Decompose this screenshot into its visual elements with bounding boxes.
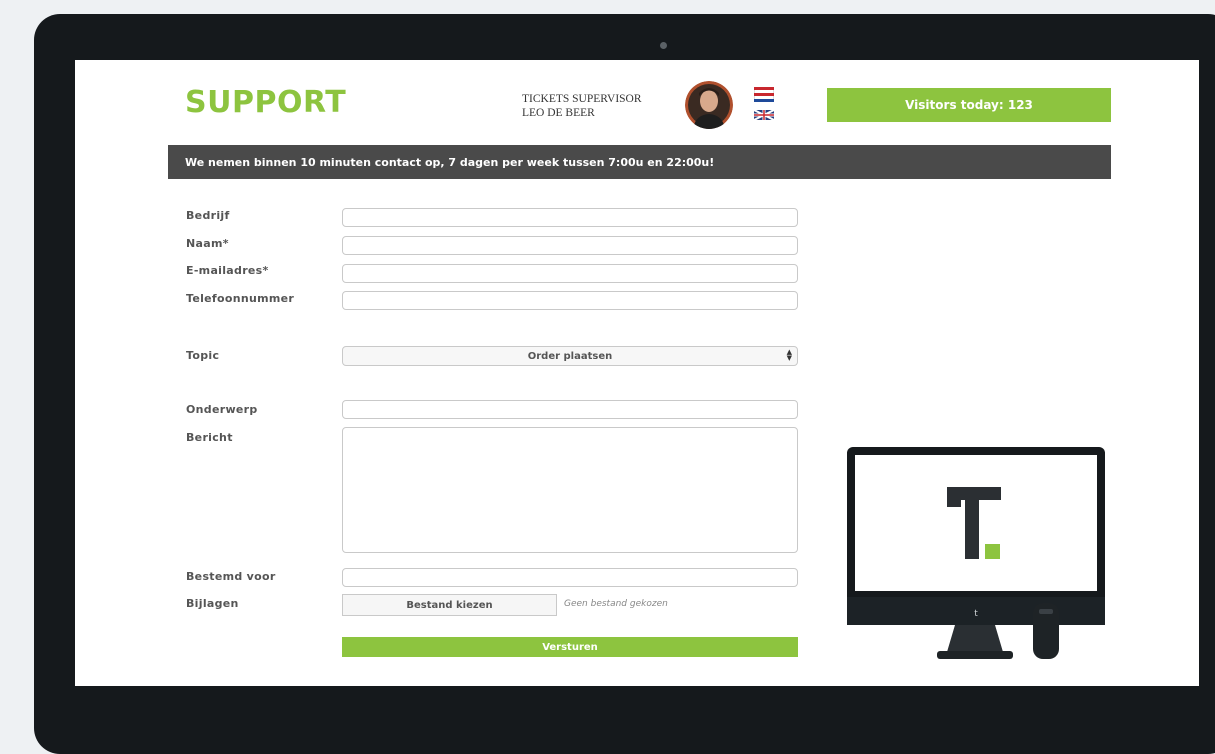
choose-file-button[interactable]: Bestand kiezen bbox=[342, 594, 557, 616]
select-arrows-icon: ▲ ▼ bbox=[786, 348, 792, 362]
supervisor-title: TICKETS SUPERVISOR bbox=[522, 93, 642, 105]
file-status-text: Geen bestand gekozen bbox=[564, 599, 668, 609]
avatar bbox=[685, 81, 733, 129]
submit-button[interactable]: Versturen bbox=[342, 637, 798, 657]
supervisor-name: LEO DE BEER bbox=[522, 107, 595, 119]
imac-illustration: t bbox=[847, 447, 1107, 667]
flag-nl-icon[interactable] bbox=[754, 87, 774, 102]
topic-selected-value: Order plaatsen bbox=[527, 350, 613, 362]
subject-field[interactable] bbox=[342, 400, 798, 419]
phone-label: Telefoonnummer bbox=[186, 292, 295, 305]
page-title: SUPPORT bbox=[185, 85, 347, 120]
intended-for-field[interactable] bbox=[342, 568, 798, 587]
company-field[interactable] bbox=[342, 208, 798, 227]
company-label: Bedrijf bbox=[186, 209, 230, 222]
visitors-counter: Visitors today: 123 bbox=[827, 88, 1111, 122]
camera-icon bbox=[660, 42, 667, 49]
svg-text:t: t bbox=[974, 609, 978, 619]
contact-banner: We nemen binnen 10 minuten contact op, 7… bbox=[168, 145, 1111, 179]
name-label: Naam* bbox=[186, 237, 229, 250]
email-field[interactable] bbox=[342, 264, 798, 283]
supervisor-info: TICKETS SUPERVISOR LEO DE BEER bbox=[522, 92, 642, 120]
attachments-label: Bijlagen bbox=[186, 597, 239, 610]
subject-label: Onderwerp bbox=[186, 403, 258, 416]
email-label: E-mailadres* bbox=[186, 264, 269, 277]
message-textarea[interactable] bbox=[342, 427, 798, 553]
phone-field[interactable] bbox=[342, 291, 798, 310]
intended-for-label: Bestemd voor bbox=[186, 570, 276, 583]
flag-uk-icon[interactable] bbox=[754, 110, 774, 120]
topic-select[interactable]: Order plaatsen ▲ ▼ bbox=[342, 346, 798, 366]
name-field[interactable] bbox=[342, 236, 798, 255]
topic-label: Topic bbox=[186, 349, 220, 362]
support-page: SUPPORT TICKETS SUPERVISOR LEO DE BEER V… bbox=[75, 60, 1199, 686]
message-label: Bericht bbox=[186, 431, 233, 444]
